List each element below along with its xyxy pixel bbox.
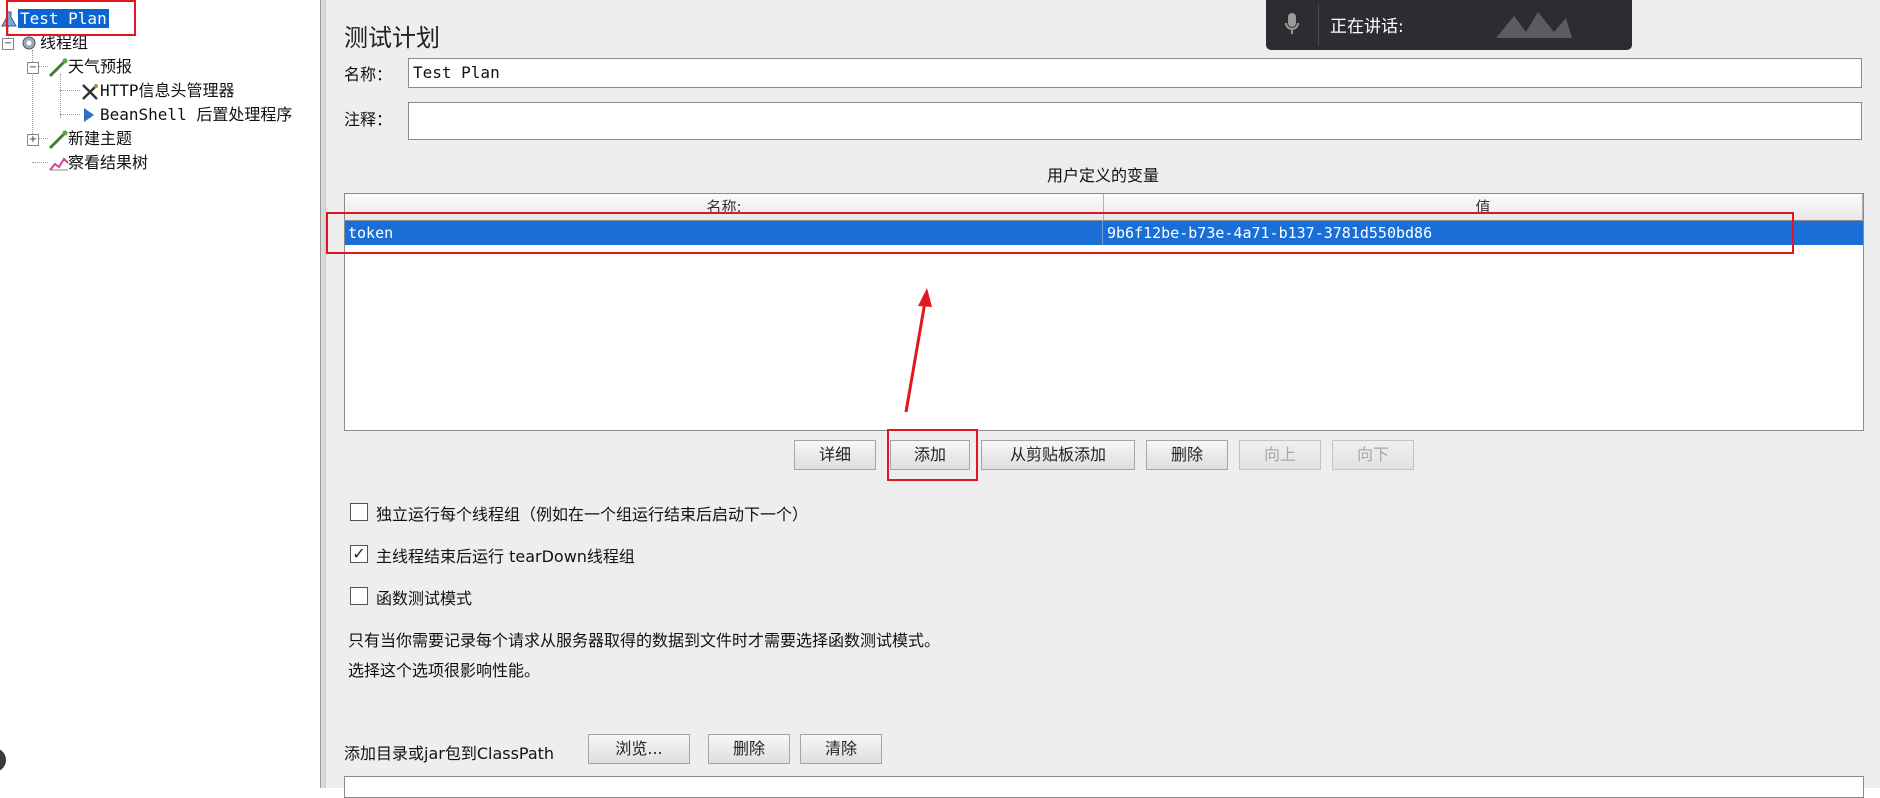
run-teardown-checkbox[interactable]: ✓ bbox=[350, 545, 368, 563]
microphone-icon bbox=[1285, 13, 1299, 34]
classpath-clear-button[interactable]: 清除 bbox=[800, 734, 882, 764]
test-plan-tree: Test Plan − 线程组 − 天气预报 HTTP信息头管理器 BeanSh… bbox=[0, 0, 320, 788]
annotation-box-row bbox=[326, 212, 1794, 254]
tree-item-http-header-manager[interactable]: HTTP信息头管理器 bbox=[80, 80, 237, 102]
tree-item-new-topic[interactable]: 新建主题 bbox=[48, 128, 134, 150]
tree-item-label: 察看结果树 bbox=[68, 153, 149, 172]
functional-test-mode-checkbox[interactable] bbox=[350, 587, 368, 605]
option-label-functional: 函数测试模式 bbox=[376, 589, 473, 608]
name-field[interactable]: Test Plan bbox=[408, 58, 1862, 88]
comment-field[interactable] bbox=[408, 102, 1862, 140]
arrow-icon bbox=[80, 106, 98, 124]
functional-mode-note-1: 只有当你需要记录每个请求从服务器取得的数据到文件时才需要选择函数测试模式。 bbox=[348, 631, 941, 650]
chart-icon bbox=[48, 154, 69, 172]
pipette-icon bbox=[48, 58, 68, 77]
speaker-avatar bbox=[1496, 12, 1572, 38]
test-plan-panel: 测试计划 名称： Test Plan 注释： 用户定义的变量 名称: 值 tok… bbox=[326, 0, 1880, 798]
tree-item-weather[interactable]: 天气预报 bbox=[48, 56, 134, 78]
wrench-icon bbox=[80, 82, 98, 100]
tree-item-view-results-tree[interactable]: 察看结果树 bbox=[48, 152, 150, 174]
option-label-consecutive: 独立运行每个线程组（例如在一个组运行结束后启动下一个） bbox=[376, 505, 809, 524]
tree-item-label: 天气预报 bbox=[68, 57, 133, 76]
move-down-button[interactable]: 向下 bbox=[1332, 440, 1414, 470]
tree-item-label: HTTP信息头管理器 bbox=[100, 81, 235, 100]
move-up-button[interactable]: 向上 bbox=[1239, 440, 1321, 470]
page-title: 测试计划 bbox=[344, 24, 440, 52]
floating-button[interactable] bbox=[0, 748, 6, 772]
speaking-indicator: 正在讲话: bbox=[1266, 0, 1632, 50]
pipette-icon bbox=[48, 130, 68, 149]
comment-label: 注释： bbox=[344, 110, 393, 129]
option-label-teardown: 主线程结束后运行 tearDown线程组 bbox=[376, 547, 635, 566]
classpath-list[interactable] bbox=[344, 776, 1864, 798]
add-from-clipboard-button[interactable]: 从剪贴板添加 bbox=[981, 440, 1135, 470]
detail-button[interactable]: 详细 bbox=[794, 440, 876, 470]
gear-icon bbox=[20, 34, 38, 52]
collapse-toggle[interactable]: − bbox=[2, 38, 14, 50]
tree-item-beanshell-postprocessor[interactable]: BeanShell 后置处理程序 bbox=[80, 104, 294, 126]
collapse-toggle[interactable]: − bbox=[27, 62, 39, 74]
delete-button[interactable]: 删除 bbox=[1146, 440, 1228, 470]
run-thread-groups-consecutively-checkbox[interactable] bbox=[350, 503, 368, 521]
classpath-label: 添加目录或jar包到ClassPath bbox=[344, 744, 555, 763]
functional-mode-note-2: 选择这个选项很影响性能。 bbox=[348, 661, 541, 680]
variables-caption: 用户定义的变量 bbox=[1046, 166, 1159, 185]
speaking-label: 正在讲话: bbox=[1330, 17, 1404, 37]
tree-item-label: 新建主题 bbox=[68, 129, 133, 148]
tree-item-label: BeanShell 后置处理程序 bbox=[100, 105, 293, 124]
name-label: 名称： bbox=[344, 65, 393, 84]
browse-button[interactable]: 浏览... bbox=[588, 734, 690, 764]
annotation-box-test-plan bbox=[6, 0, 136, 36]
classpath-delete-button[interactable]: 删除 bbox=[708, 734, 790, 764]
annotation-arrow-icon bbox=[904, 288, 932, 413]
expand-toggle[interactable]: + bbox=[27, 134, 39, 146]
annotation-box-add-button bbox=[887, 429, 978, 481]
